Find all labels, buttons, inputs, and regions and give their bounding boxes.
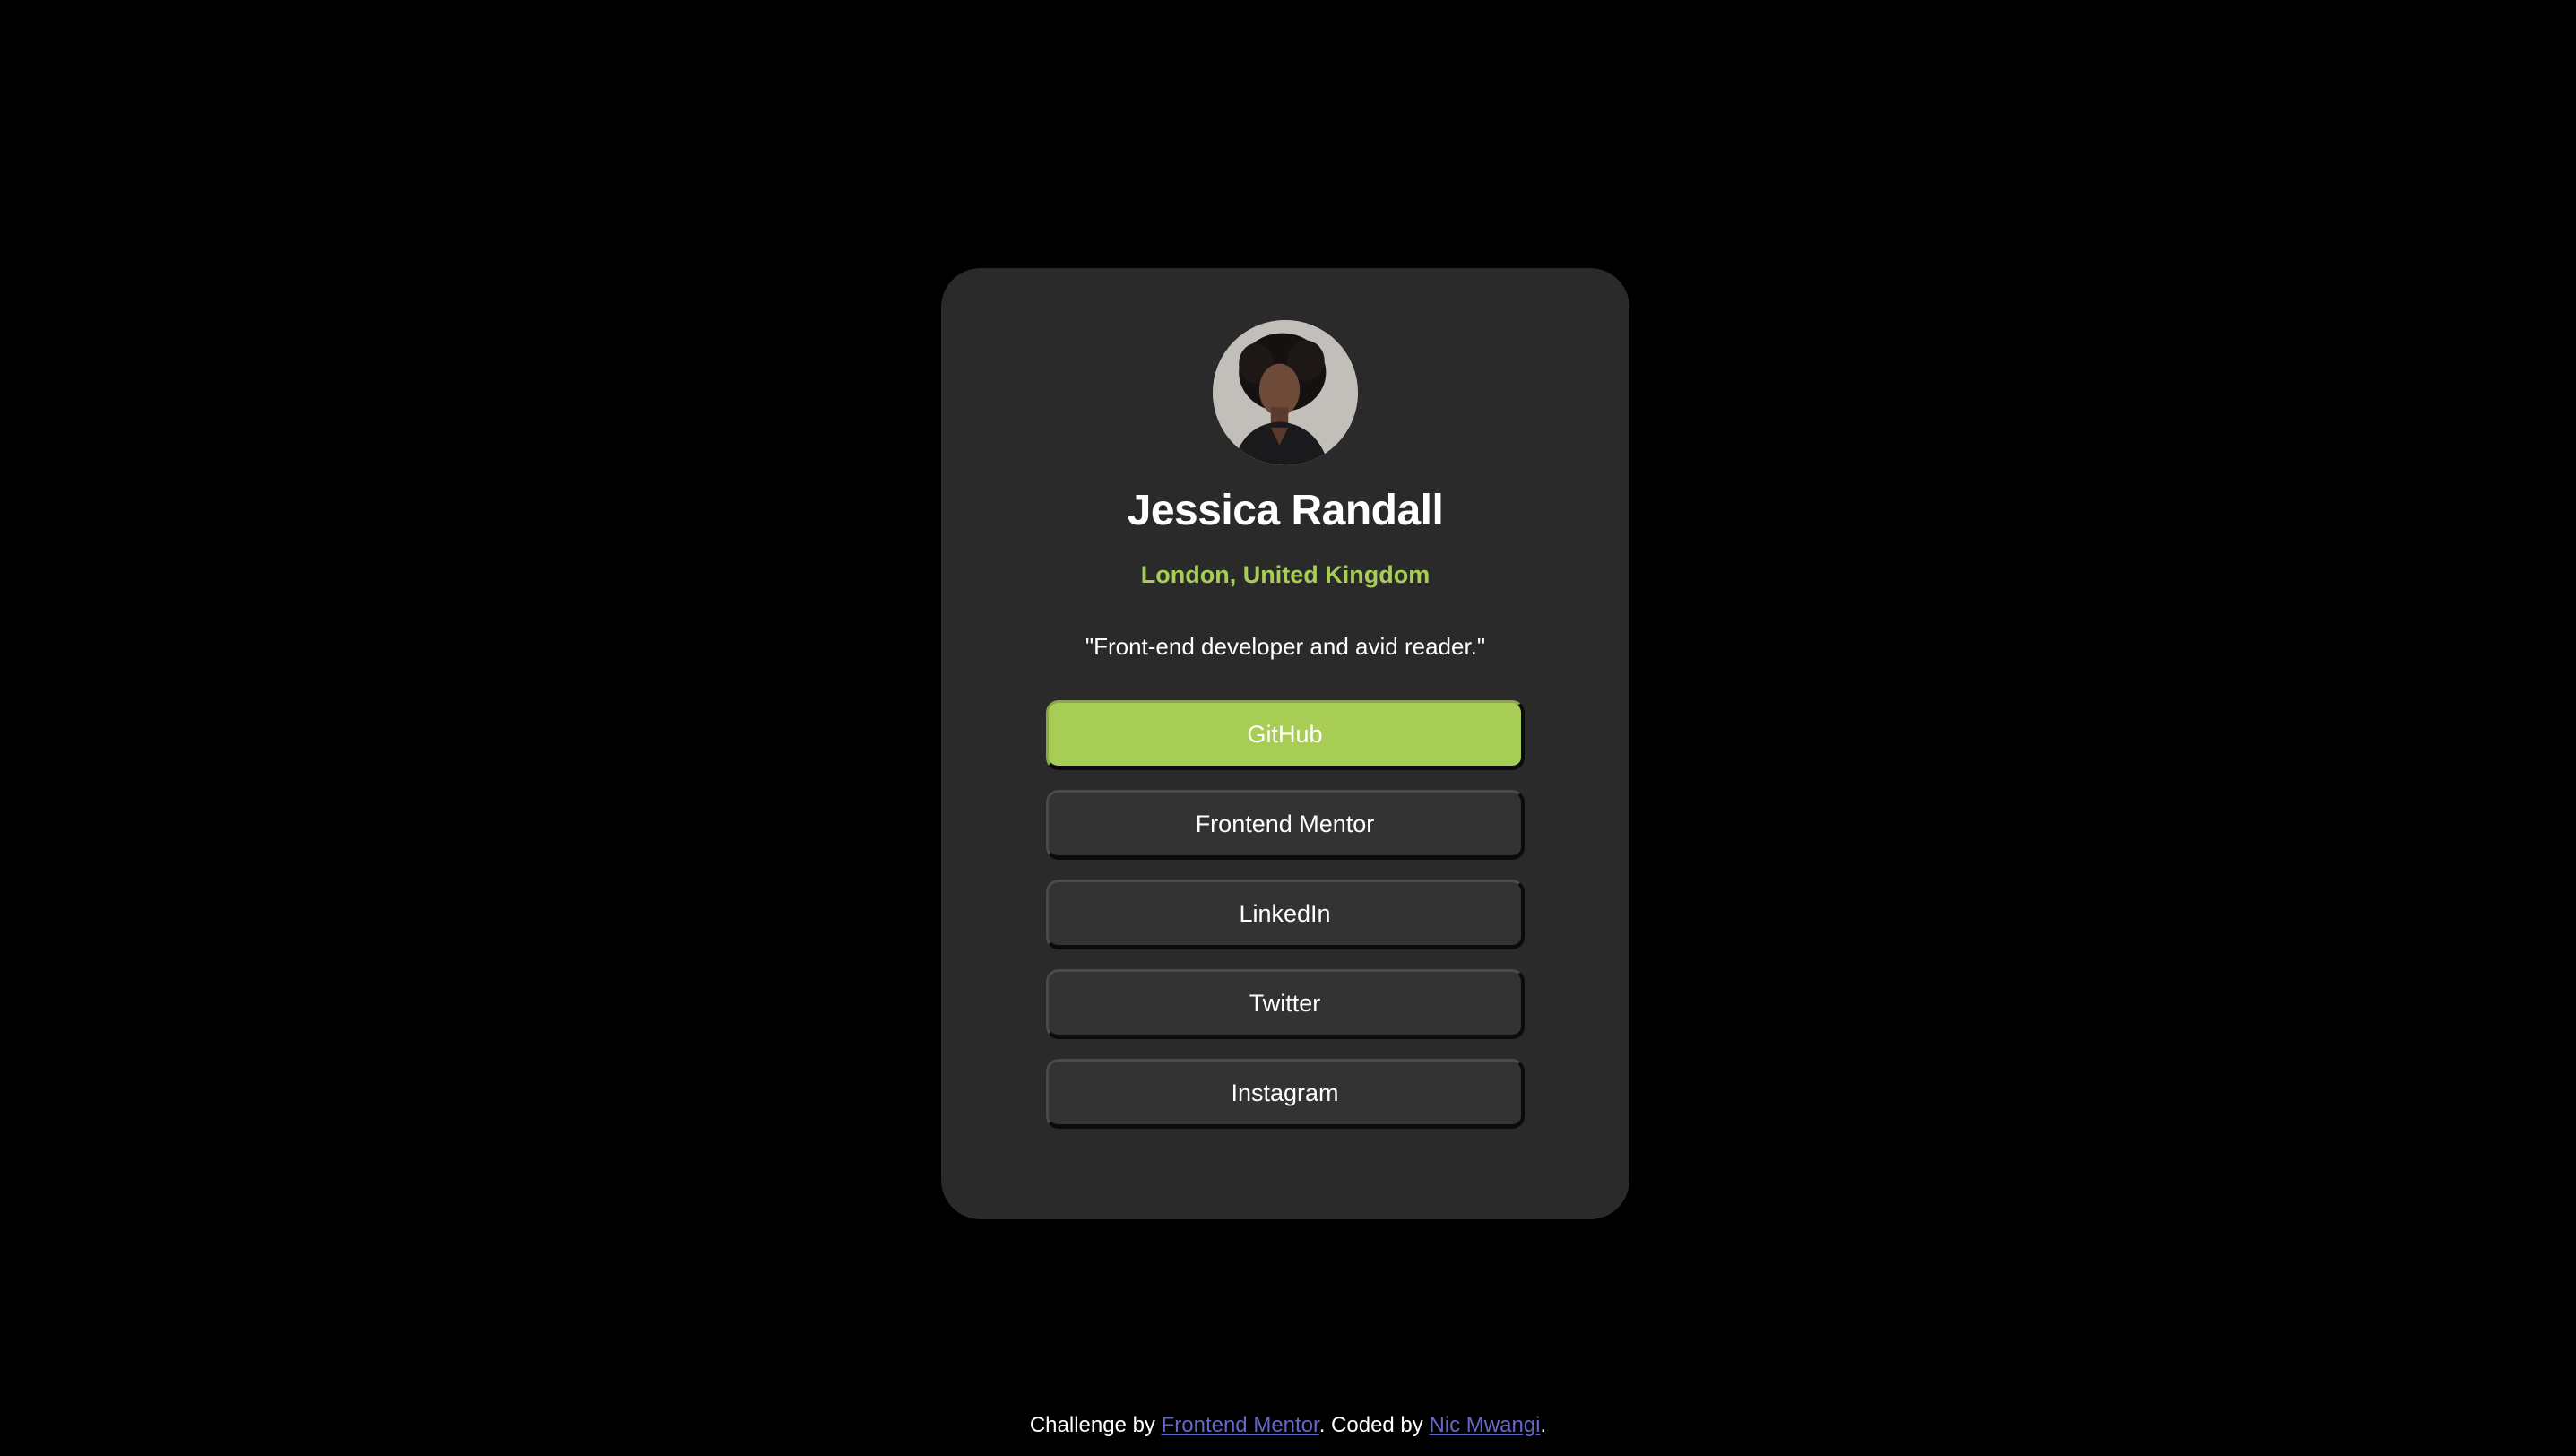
frontend-mentor-footer-link[interactable]: Frontend Mentor — [1162, 1413, 1319, 1437]
twitter-link-button[interactable]: Twitter — [1046, 969, 1525, 1039]
page: Jessica Randall London, United Kingdom "… — [0, 0, 2576, 1456]
linkedin-link-button[interactable]: LinkedIn — [1046, 880, 1525, 949]
github-link-button[interactable]: GitHub — [1046, 700, 1525, 770]
coded-by-text: . Coded by — [1318, 1413, 1430, 1437]
list-item: Instagram — [1046, 1059, 1525, 1129]
list-item: Twitter — [1046, 969, 1525, 1039]
profile-name: Jessica Randall — [1127, 487, 1444, 534]
profile-card: Jessica Randall London, United Kingdom "… — [941, 268, 1629, 1219]
social-links-list: GitHub Frontend Mentor LinkedIn Twitter … — [1046, 700, 1525, 1148]
frontend-mentor-link-button[interactable]: Frontend Mentor — [1046, 790, 1525, 860]
profile-photo-icon — [1213, 320, 1358, 465]
profile-bio: "Front-end developer and avid reader." — [1085, 633, 1486, 660]
list-item: LinkedIn — [1046, 880, 1525, 949]
attribution-footer: Challenge by Frontend Mentor. Coded by N… — [0, 1409, 2576, 1442]
avatar — [1213, 320, 1358, 465]
challenge-text: Challenge by — [1029, 1413, 1162, 1437]
profile-location: London, United Kingdom — [1140, 561, 1431, 588]
instagram-link-button[interactable]: Instagram — [1046, 1059, 1525, 1129]
list-item: Frontend Mentor — [1046, 790, 1525, 860]
author-footer-link[interactable]: Nic Mwangi — [1429, 1413, 1540, 1437]
list-item: GitHub — [1046, 700, 1525, 770]
footer-period: . — [1540, 1413, 1547, 1437]
